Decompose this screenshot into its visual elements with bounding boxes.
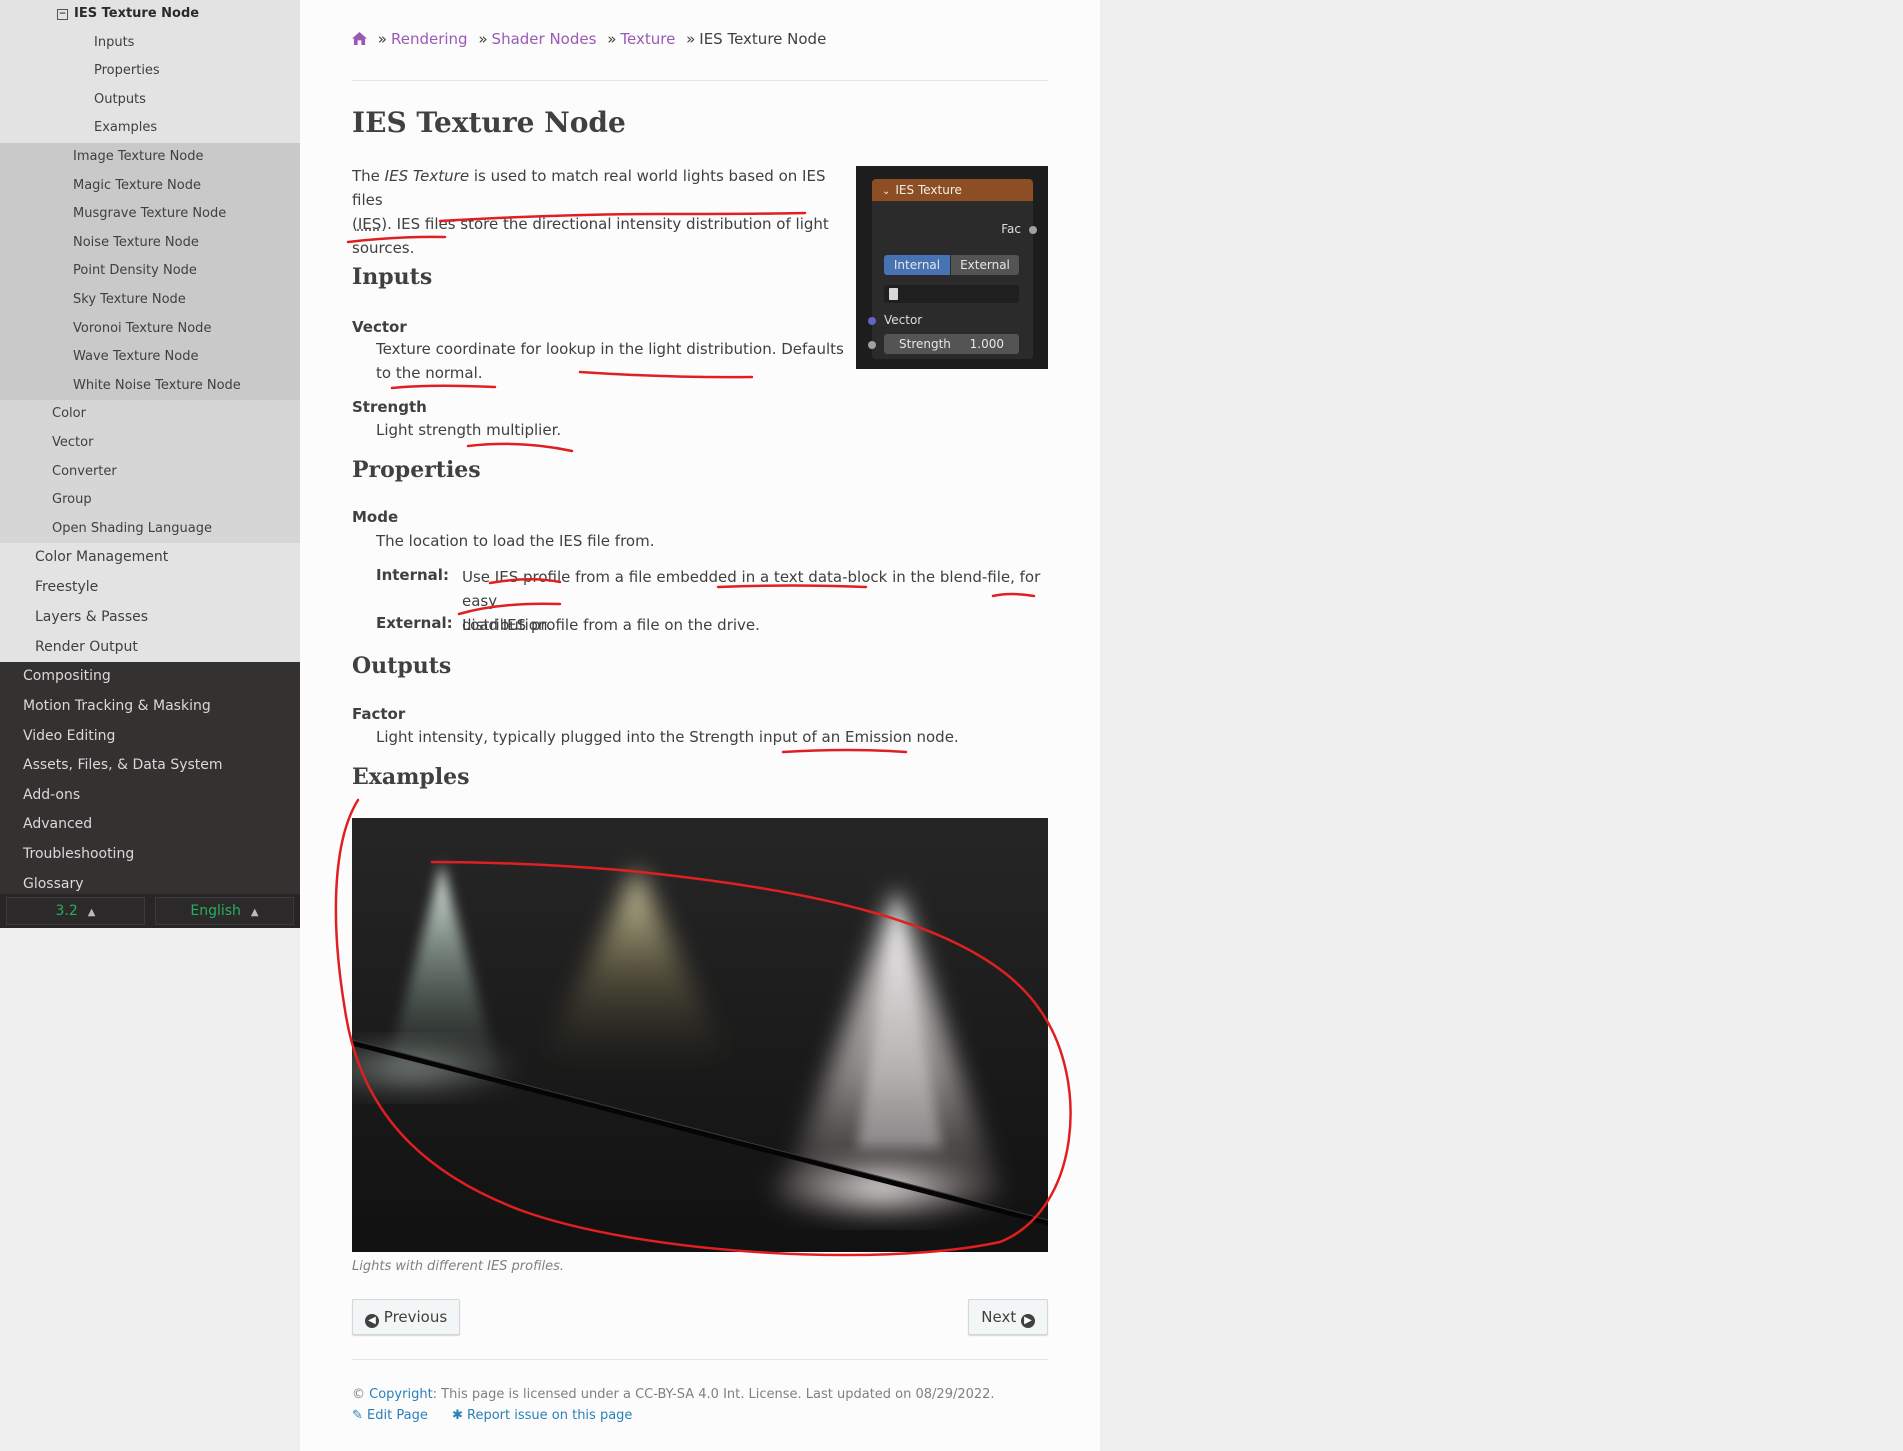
node-input-vector: Vector [884, 313, 923, 327]
footer-links: ✎ Edit Page ✱ Report issue on this page [352, 1408, 652, 1423]
sidebar-item-texture[interactable]: Noise Texture Node [0, 229, 300, 258]
sidebar-item-texture[interactable]: White Noise Texture Node [0, 372, 300, 401]
home-icon [352, 32, 367, 45]
version-language-bar: 3.2 ▲ English ▲ [0, 894, 300, 928]
sidebar-rendering-group: Color Management Freestyle Layers & Pass… [0, 543, 300, 663]
strength-input-socket [868, 341, 876, 349]
collapse-icon[interactable]: − [57, 9, 68, 20]
bug-icon: ✱ [451, 1408, 463, 1423]
arrow-right-circle-icon: ▶ [1021, 1314, 1035, 1328]
sidebar-item-texture[interactable]: Wave Texture Node [0, 343, 300, 372]
main-content: » Rendering » Shader Nodes » Texture » IES T… [300, 0, 1100, 1451]
sidebar-item-shader[interactable]: Converter [0, 458, 300, 487]
sidebar-subitem[interactable]: Inputs [0, 29, 300, 58]
desc-strength: Light strength multiplier. [376, 421, 562, 439]
sidebar-item-texture[interactable]: Sky Texture Node [0, 286, 300, 315]
node-mode-internal: Internal [884, 255, 950, 275]
desc-mode: The location to load the IES file from. [376, 532, 655, 550]
desc-vector: Texture coordinate for lookup in the lig… [376, 340, 844, 382]
sidebar-item-texture[interactable]: Image Texture Node [0, 143, 300, 172]
previous-button[interactable]: ◀ Previous [352, 1299, 461, 1335]
image-caption: Lights with different IES profiles. [352, 1259, 565, 1274]
copyright-link[interactable]: Copyright [369, 1387, 433, 1402]
heading-examples: Examples [352, 764, 470, 790]
sidebar-subitem[interactable]: Examples [0, 114, 300, 143]
ies-texture-node-image: ⌄ IES Texture Fac Internal External Vecto… [856, 166, 1048, 369]
output-socket [1029, 226, 1037, 234]
footer: © Copyright: This page is licensed under… [352, 1387, 995, 1402]
sidebar-item-top[interactable]: Compositing [0, 662, 300, 692]
caret-up-icon: ▲ [87, 907, 96, 918]
sidebar-subitem[interactable]: Outputs [0, 86, 300, 115]
term-factor: Factor [352, 705, 406, 723]
sidebar-item-rendering[interactable]: Freestyle [0, 573, 300, 603]
ies-lights-example-image [352, 818, 1048, 1252]
sidebar-item-top[interactable]: Add-ons [0, 781, 300, 811]
language-selector[interactable]: English ▲ [155, 897, 294, 925]
sidebar-item-shader[interactable]: Group [0, 486, 300, 515]
sidebar-texture-group: Image Texture Node Magic Texture Node Mu… [0, 142, 300, 401]
sidebar-item-shader[interactable]: Vector [0, 429, 300, 458]
node-output-label: Fac [1001, 222, 1021, 236]
heading-inputs: Inputs [352, 264, 433, 290]
home-link[interactable] [352, 30, 367, 48]
text-datablock-icon [889, 288, 898, 300]
sidebar-item-texture[interactable]: Magic Texture Node [0, 172, 300, 201]
node-text-field [884, 285, 1019, 303]
sidebar-current-page-group: − IES Texture Node Inputs Properties Outp… [0, 0, 300, 143]
sidebar-shader-group: Color Vector Converter Group Open Shadin… [0, 400, 300, 544]
edit-icon: ✎ [352, 1408, 363, 1423]
next-button[interactable]: Next ▶ [968, 1299, 1048, 1335]
version-selector[interactable]: 3.2 ▲ [6, 897, 145, 925]
term-vector: Vector [352, 318, 407, 336]
sidebar-item-top[interactable]: Assets, Files, & Data System [0, 751, 300, 781]
term-mode: Mode [352, 508, 399, 526]
field-external-desc: Load IES profile from a file on the driv… [462, 616, 760, 634]
sidebar-item-shader[interactable]: Color [0, 400, 300, 429]
breadcrumb-link-shader-nodes[interactable]: Shader Nodes [492, 30, 597, 48]
sidebar-item-top[interactable]: Advanced [0, 810, 300, 840]
node-header: ⌄ IES Texture [872, 179, 1033, 201]
abbr-ies: IES [357, 215, 382, 233]
heading-outputs: Outputs [352, 653, 452, 679]
caret-up-icon: ▲ [250, 907, 259, 918]
sidebar-item-rendering[interactable]: Layers & Passes [0, 603, 300, 633]
node-panel: ⌄ IES Texture Fac Internal External Vecto… [868, 179, 1037, 359]
sidebar-item-rendering[interactable]: Color Management [0, 543, 300, 573]
divider [352, 1359, 1048, 1360]
sidebar: − IES Texture Node Inputs Properties Outp… [0, 0, 300, 928]
divider [352, 80, 1048, 81]
sidebar-item-texture[interactable]: Voronoi Texture Node [0, 315, 300, 344]
breadcrumb: » Rendering » Shader Nodes » Texture » IES T… [352, 30, 826, 48]
heading-properties: Properties [352, 457, 481, 483]
node-strength-slider: Strength 1.000 [884, 334, 1019, 354]
field-internal-label: Internal: [376, 566, 449, 584]
node-mode-external: External [951, 255, 1019, 275]
report-issue-link[interactable]: ✱ Report issue on this page [452, 1408, 632, 1423]
sidebar-item-shader[interactable]: Open Shading Language [0, 515, 300, 544]
sidebar-item-top[interactable]: Motion Tracking & Masking [0, 692, 300, 722]
sidebar-item-texture[interactable]: Musgrave Texture Node [0, 200, 300, 229]
sidebar-item-top[interactable]: Video Editing [0, 722, 300, 752]
breadcrumb-link-texture[interactable]: Texture [620, 30, 675, 48]
intro-paragraph: The IES Texture is used to match real wo… [352, 167, 829, 257]
chevron-down-icon: ⌄ [882, 186, 891, 197]
page-title: IES Texture Node [352, 106, 626, 139]
edit-page-link[interactable]: ✎ Edit Page [352, 1408, 428, 1423]
sidebar-subitem[interactable]: Properties [0, 57, 300, 86]
sidebar-top-group: Compositing Motion Tracking & Masking Vi… [0, 662, 300, 899]
breadcrumb-link-rendering[interactable]: Rendering [391, 30, 468, 48]
vector-input-socket [868, 317, 876, 325]
sidebar-item-current[interactable]: − IES Texture Node [0, 0, 300, 29]
arrow-left-circle-icon: ◀ [365, 1314, 379, 1328]
sidebar-item-rendering[interactable]: Render Output [0, 633, 300, 663]
desc-factor: Light intensity, typically plugged into … [376, 728, 959, 746]
sidebar-item-texture[interactable]: Point Density Node [0, 257, 300, 286]
term-strength: Strength [352, 398, 427, 416]
breadcrumb-current: IES Texture Node [699, 30, 827, 48]
ies-render-graphic [352, 818, 1048, 1252]
field-external-label: External: [376, 614, 453, 632]
sidebar-item-top[interactable]: Troubleshooting [0, 840, 300, 870]
